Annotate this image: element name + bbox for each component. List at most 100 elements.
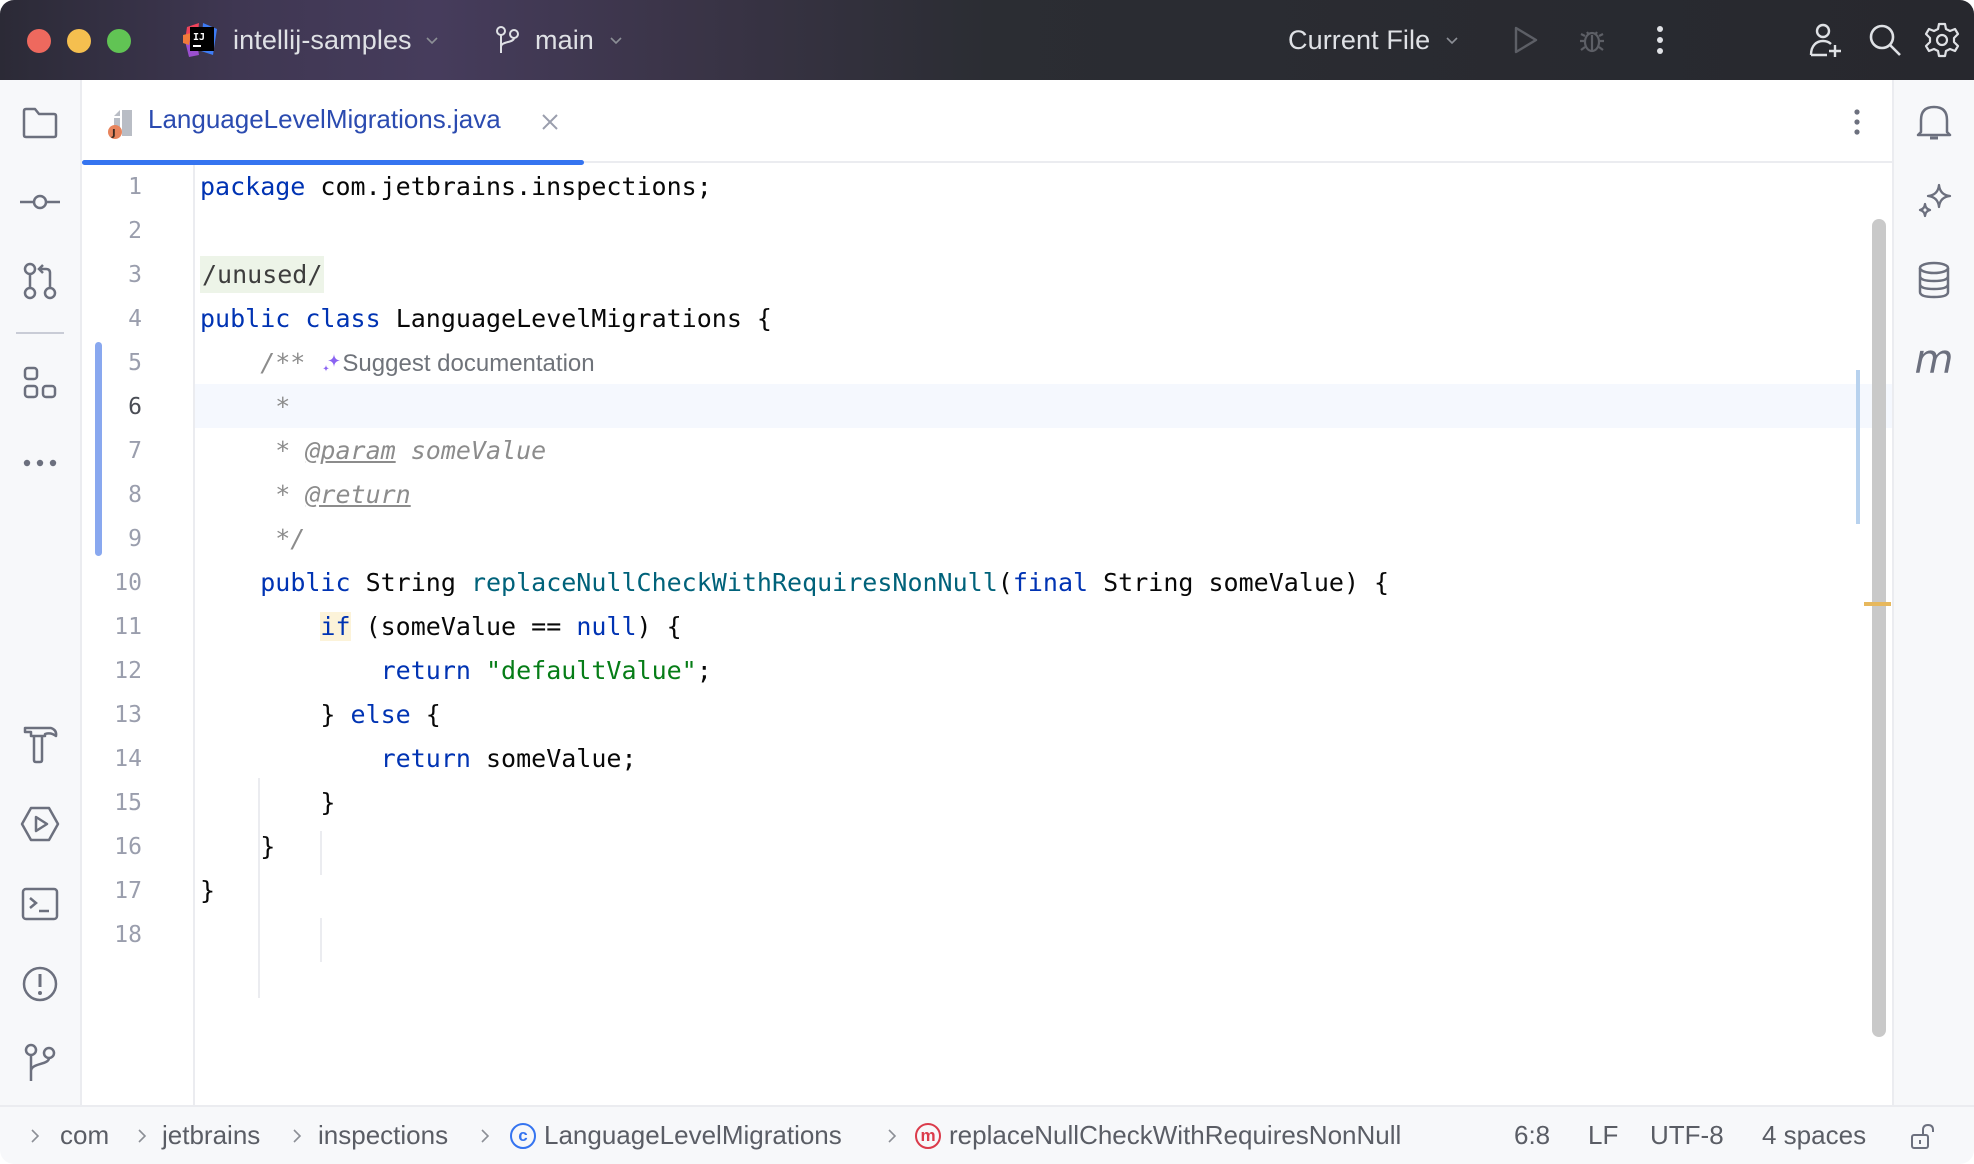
line-number[interactable]: 6 xyxy=(82,385,142,429)
token-fn: replaceNullCheckWithRequiresNonNull xyxy=(470,568,998,597)
services-tool-button[interactable] xyxy=(19,803,61,845)
pull-requests-tool-button[interactable] xyxy=(19,260,61,302)
settings-button[interactable] xyxy=(1922,20,1962,60)
tab-languagelevelmigrations-java[interactable]: J LanguageLevelMigrations.java xyxy=(82,80,584,165)
search-everywhere-button[interactable] xyxy=(1865,20,1905,60)
breadcrumb-item[interactable]: jetbrains xyxy=(162,1120,260,1151)
line-number[interactable]: 3 xyxy=(82,253,142,297)
encoding-selector[interactable]: UTF-8 xyxy=(1650,1120,1724,1151)
line-number[interactable]: 1 xyxy=(82,165,142,209)
more-tool-windows-button[interactable] xyxy=(19,442,61,484)
more-actions-button[interactable] xyxy=(1640,20,1680,60)
code-line[interactable]: * @return xyxy=(200,473,410,517)
status-bar: com jetbrains inspections c LanguageLevelMig… xyxy=(0,1105,1974,1164)
code-line[interactable]: */ xyxy=(200,517,305,561)
line-number[interactable]: 4 xyxy=(82,297,142,341)
token-kw: final xyxy=(1012,568,1089,597)
token-kw: null xyxy=(576,612,637,641)
intellij-logo-icon: IJ xyxy=(183,21,221,59)
close-icon[interactable] xyxy=(538,110,562,134)
maven-button[interactable]: m xyxy=(1912,338,1956,382)
class-icon: c xyxy=(510,1122,536,1149)
notifications-button[interactable] xyxy=(1912,100,1956,144)
editor-tab-bar: J LanguageLevelMigrations.java xyxy=(82,80,1892,165)
breadcrumb-item[interactable]: c LanguageLevelMigrations xyxy=(510,1120,842,1151)
indent-guide xyxy=(320,831,322,875)
terminal-tool-button[interactable] xyxy=(19,883,61,925)
token-cmt: * xyxy=(200,392,291,421)
code-line[interactable]: public String replaceNullCheckWithRequir… xyxy=(200,561,1389,605)
chevron-down-icon xyxy=(610,37,622,45)
line-number[interactable]: 18 xyxy=(82,913,142,957)
debug-button[interactable] xyxy=(1572,20,1612,60)
line-number[interactable]: 10 xyxy=(82,561,142,605)
breadcrumb-item[interactable]: inspections xyxy=(318,1120,448,1151)
token: } xyxy=(200,788,336,817)
line-number[interactable]: 14 xyxy=(82,737,142,781)
code-line[interactable]: if (someValue == null) { xyxy=(200,605,682,649)
run-button[interactable] xyxy=(1505,20,1545,60)
token: } xyxy=(200,700,351,729)
project-selector[interactable]: IJ intellij-samples xyxy=(183,18,440,62)
line-number[interactable]: 15 xyxy=(82,781,142,825)
code-line[interactable]: } xyxy=(200,781,335,825)
breadcrumb-item[interactable]: com xyxy=(60,1120,109,1151)
branch-name: main xyxy=(535,24,594,55)
code-line[interactable]: } else { xyxy=(200,693,440,737)
token: someValue; xyxy=(470,744,637,773)
token-tag: @param xyxy=(305,436,396,465)
code-line[interactable]: public class LanguageLevelMigrations { xyxy=(200,297,772,341)
git-tool-button[interactable] xyxy=(19,1042,61,1084)
problems-tool-button[interactable] xyxy=(19,963,61,1005)
line-number[interactable]: 5 xyxy=(82,341,142,385)
code-editor[interactable]: 1 2 3 4 5 6 7 8 9 10 11 12 13 14 15 16 17 18 package com.… xyxy=(82,165,1892,1105)
line-number-gutter[interactable]: 1 2 3 4 5 6 7 8 9 10 11 12 13 14 15 16 17 18 xyxy=(82,165,195,1105)
run-configuration-selector[interactable]: Current File xyxy=(1288,18,1460,62)
database-button[interactable] xyxy=(1912,258,1956,302)
code-line[interactable]: /unused/ xyxy=(200,253,325,297)
warning-stripe-marker[interactable] xyxy=(1864,602,1891,606)
code-line[interactable]: /** Suggest documentation xyxy=(200,341,595,385)
indent-selector[interactable]: 4 spaces xyxy=(1762,1120,1866,1151)
code-line[interactable]: return someValue; xyxy=(200,737,637,781)
project-tool-button[interactable] xyxy=(19,102,61,144)
line-number[interactable]: 12 xyxy=(82,649,142,693)
line-number[interactable]: 9 xyxy=(82,517,142,561)
branch-selector[interactable]: main xyxy=(495,18,624,62)
line-number[interactable]: 11 xyxy=(82,605,142,649)
vertical-scrollbar[interactable] xyxy=(1872,219,1886,1037)
code-line[interactable]: } xyxy=(200,869,215,913)
ai-assistant-button[interactable] xyxy=(1912,179,1956,223)
window-minimize-button[interactable] xyxy=(67,29,91,53)
line-number[interactable]: 8 xyxy=(82,473,142,517)
code-line[interactable]: return "defaultValue"; xyxy=(200,649,712,693)
code-line[interactable]: package com.jetbrains.inspections; xyxy=(200,165,712,209)
structure-tool-button[interactable] xyxy=(19,362,61,404)
line-number[interactable]: 17 xyxy=(82,869,142,913)
window-close-button[interactable] xyxy=(27,29,51,53)
window-maximize-button[interactable] xyxy=(107,29,131,53)
code-line[interactable]: * xyxy=(200,385,290,429)
line-number[interactable]: 16 xyxy=(82,825,142,869)
code-with-me-button[interactable] xyxy=(1806,20,1846,60)
line-separator-selector[interactable]: LF xyxy=(1588,1120,1618,1151)
code-line[interactable]: * @param someValue xyxy=(200,429,546,473)
line-number[interactable]: 13 xyxy=(82,693,142,737)
code-line[interactable]: } xyxy=(200,825,275,869)
more-vertical-icon[interactable] xyxy=(1842,106,1872,138)
build-tool-button[interactable] xyxy=(19,723,61,765)
bell-icon xyxy=(1916,105,1952,140)
suggest-documentation-hint[interactable]: Suggest documentation xyxy=(320,350,595,377)
commit-tool-button[interactable] xyxy=(19,181,61,223)
line-number[interactable]: 2 xyxy=(82,209,142,253)
more-vertical-icon xyxy=(1657,26,1663,54)
breadcrumb-label: jetbrains xyxy=(162,1120,261,1150)
unlocked-icon[interactable] xyxy=(1910,1123,1936,1151)
line-number[interactable]: 7 xyxy=(82,429,142,473)
caret-position[interactable]: 6:8 xyxy=(1514,1120,1550,1151)
pull-request-icon xyxy=(23,262,57,300)
token-kw: return xyxy=(380,656,471,685)
breadcrumb-item[interactable]: m replaceNullCheckWithRequiresNonNull xyxy=(915,1120,1401,1151)
